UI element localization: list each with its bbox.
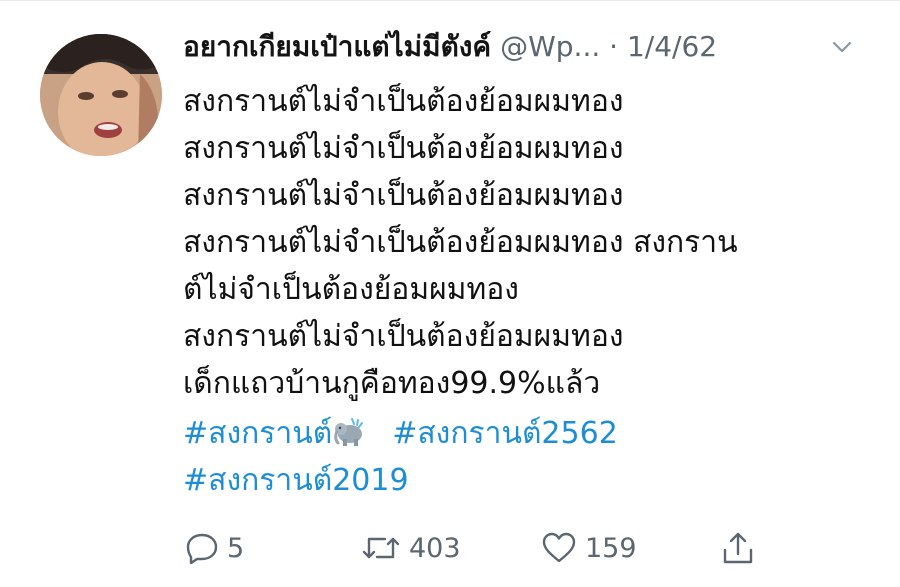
tweet-text-line: สงกรานต์ไม่จำเป็นต้องย้อมผมทอง [183, 84, 624, 119]
retweet-count: 403 [409, 532, 461, 564]
reply-count: 5 [227, 532, 245, 564]
display-name[interactable]: อยากเกียมเป๋าแต่ไม่มีตังค์ [183, 30, 491, 63]
tweet-text-line: เด็กแถวบ้านกูคือทอง99.9%แล้ว [183, 366, 601, 401]
tweet-header: อยากเกียมเป๋าแต่ไม่มีตังค์ @Wp... · 1/4/… [183, 22, 883, 72]
user-handle[interactable]: @Wp... [500, 30, 600, 63]
tweet-text-line: สงกรานต์ไม่จำเป็นต้องย้อมผมทอง [183, 178, 624, 213]
retweet-button[interactable]: 403 [361, 524, 461, 572]
hashtag-link[interactable]: #สงกรานต์2562 [392, 416, 618, 451]
tweet-text-line: สงกรานต์ไม่จำเป็นต้องย้อมผมทอง [183, 131, 624, 166]
like-count: 159 [585, 532, 637, 564]
like-button[interactable]: 159 [541, 524, 637, 572]
chevron-down-icon[interactable] [831, 36, 853, 58]
top-divider [0, 0, 900, 1]
avatar[interactable] [40, 34, 162, 156]
avatar-image [40, 34, 162, 156]
retweet-icon [362, 537, 400, 559]
like-icon [542, 532, 576, 563]
reply-button[interactable]: 5 [185, 524, 244, 572]
share-icon [723, 532, 753, 564]
tweet-text: สงกรานต์ไม่จำเป็นต้องย้อมผมทอง สงกรานต์ไ… [183, 78, 883, 407]
tweet-date[interactable]: 1/4/62 [627, 30, 717, 63]
reply-icon [186, 533, 218, 565]
elephant-icon [334, 418, 364, 446]
tweet-text-line: สงกรานต์ไม่จำเป็นต้องย้อมผมทอง สงกราน [183, 225, 738, 260]
tweet-text-line: ต์ไม่จำเป็นต้องย้อมผมทอง [183, 272, 519, 307]
hashtag-block: #สงกรานต์ #สงกรานต์2562 #สงกรานต์2019 [183, 410, 883, 504]
share-button[interactable] [721, 524, 755, 572]
tweet-actions: 5 403 159 [183, 524, 883, 572]
separator-dot: · [609, 30, 619, 63]
tweet-text-line: สงกรานต์ไม่จำเป็นต้องย้อมผมทอง [183, 319, 624, 354]
hashtag-link[interactable]: #สงกรานต์2019 [183, 463, 409, 498]
hashtag-link[interactable]: #สงกรานต์ [183, 416, 332, 451]
